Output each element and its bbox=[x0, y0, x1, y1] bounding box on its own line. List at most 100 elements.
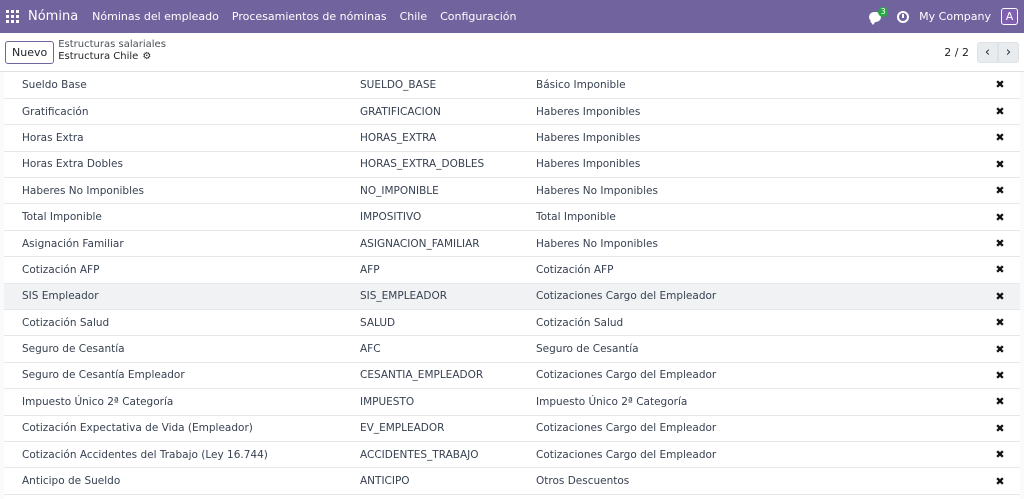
table-row[interactable]: Asignación Familiar ASIGNACION_FAMILIAR Ha… bbox=[4, 230, 1020, 257]
rule-category[interactable]: Cotización AFP bbox=[536, 257, 980, 283]
breadcrumb-parent[interactable]: Estructuras salariales bbox=[58, 39, 166, 51]
rule-name[interactable]: Total Imponible bbox=[4, 204, 360, 230]
table-row[interactable]: Seguro de Cesantía AFC Seguro de Cesantía ✖ bbox=[4, 336, 1020, 363]
rules-list: Sueldo Base SUELDO_BASE Básico Imponible ✖ G… bbox=[4, 72, 1020, 499]
delete-icon[interactable]: ✖ bbox=[995, 316, 1004, 329]
rule-name[interactable]: Asignación Familiar bbox=[4, 230, 360, 256]
table-row[interactable]: Gratificación GRATIFICACION Haberes Imponi… bbox=[4, 98, 1020, 125]
rule-category[interactable]: Impuesto Único 2ª Categoría bbox=[536, 389, 980, 415]
rule-category[interactable]: Otros Descuentos bbox=[536, 468, 980, 494]
table-row[interactable]: Total Imponible IMPOSITIVO Total Imponible… bbox=[4, 204, 1020, 231]
rule-name[interactable]: Sueldo Base bbox=[4, 72, 360, 98]
rule-category[interactable]: Cotización Salud bbox=[536, 310, 980, 336]
pager-next-button[interactable]: › bbox=[998, 41, 1019, 63]
rule-code[interactable]: SALUD bbox=[360, 310, 536, 336]
breadcrumb-current-label: Estructura Chile bbox=[58, 51, 139, 62]
rule-category[interactable]: Cotizaciones Cargo del Empleador bbox=[536, 283, 980, 309]
rule-category[interactable]: Seguro de Cesantía bbox=[536, 336, 980, 362]
rule-name[interactable]: Cotización AFP bbox=[4, 257, 360, 283]
delete-icon[interactable]: ✖ bbox=[995, 422, 1004, 435]
rule-code[interactable]: CESANTIA_EMPLEADOR bbox=[360, 362, 536, 388]
rule-code[interactable]: EV_EMPLEADOR bbox=[360, 415, 536, 441]
app-brand[interactable]: Nómina bbox=[28, 9, 78, 24]
delete-icon[interactable]: ✖ bbox=[995, 237, 1004, 250]
rule-category[interactable]: Haberes Imponibles bbox=[536, 125, 980, 151]
table-row[interactable]: Anticipo de Sueldo ANTICIPO Otros Descuent… bbox=[4, 468, 1020, 495]
rule-code[interactable]: ANTICIPO bbox=[360, 468, 536, 494]
clock-icon[interactable] bbox=[897, 10, 910, 23]
rule-name[interactable]: Gratificación bbox=[4, 98, 360, 124]
rule-code[interactable]: IMPUESTO bbox=[360, 389, 536, 415]
delete-icon[interactable]: ✖ bbox=[995, 475, 1004, 488]
rule-name[interactable]: SIS Empleador bbox=[4, 283, 360, 309]
table-row[interactable]: Cotización Salud SALUD Cotización Salud ✖ bbox=[4, 310, 1020, 336]
delete-icon[interactable]: ✖ bbox=[995, 448, 1004, 461]
rule-category[interactable]: Básico Imponible bbox=[536, 72, 980, 98]
table-row[interactable]: Horas Extra Dobles HORAS_EXTRA_DOBLES Habe… bbox=[4, 151, 1020, 178]
rule-code[interactable]: IMPOSITIVO bbox=[360, 204, 536, 230]
delete-icon[interactable]: ✖ bbox=[995, 343, 1004, 356]
rule-code[interactable]: GRATIFICACION bbox=[360, 98, 536, 124]
table-row[interactable]: Sueldo Base SUELDO_BASE Básico Imponible ✖ bbox=[4, 72, 1020, 99]
rule-name[interactable]: Impuesto Único 2ª Categoría bbox=[4, 389, 360, 415]
rule-category[interactable]: Total Imponible bbox=[536, 204, 980, 230]
delete-icon[interactable]: ✖ bbox=[995, 263, 1004, 276]
delete-icon[interactable]: ✖ bbox=[995, 158, 1004, 171]
rule-name[interactable]: Horas Extra bbox=[4, 125, 360, 151]
menu-configuracion[interactable]: Configuración bbox=[440, 10, 516, 23]
table-row[interactable]: Cotización Accidentes del Trabajo (Ley 1… bbox=[4, 441, 1020, 468]
table-row[interactable]: Cotización Expectativa de Vida (Empleado… bbox=[4, 415, 1020, 442]
rule-name[interactable]: Anticipo de Sueldo bbox=[4, 468, 360, 494]
delete-row-cell: ✖ bbox=[980, 468, 1020, 494]
rule-code[interactable]: AFP bbox=[360, 257, 536, 283]
rule-code[interactable]: HORAS_EXTRA bbox=[360, 125, 536, 151]
rule-code[interactable]: HORAS_EXTRA_DOBLES bbox=[360, 151, 536, 177]
new-button[interactable]: Nuevo bbox=[5, 40, 55, 64]
pager-previous-button[interactable]: ‹ bbox=[977, 41, 998, 63]
table-row[interactable]: Cotización AFP AFP Cotización AFP ✖ bbox=[4, 257, 1020, 284]
table-row[interactable]: Seguro de Cesantía Empleador CESANTIA_EMP… bbox=[4, 362, 1020, 389]
delete-icon[interactable]: ✖ bbox=[995, 290, 1004, 303]
table-row[interactable]: Haberes No Imponibles NO_IMPONIBLE Haberes… bbox=[4, 178, 1020, 204]
delete-icon[interactable]: ✖ bbox=[995, 78, 1004, 91]
rule-category[interactable]: Haberes Imponibles bbox=[536, 151, 980, 177]
delete-icon[interactable]: ✖ bbox=[995, 105, 1004, 118]
rule-name[interactable]: Cotización Expectativa de Vida (Empleado… bbox=[4, 415, 360, 441]
pager-value[interactable]: 2 / 2 bbox=[944, 46, 969, 59]
rule-name[interactable]: Horas Extra Dobles bbox=[4, 151, 360, 177]
rule-category[interactable]: Cotizaciones Cargo del Empleador bbox=[536, 441, 980, 467]
messages-button[interactable]: 3 bbox=[869, 6, 889, 25]
apps-grid-icon[interactable] bbox=[6, 9, 20, 24]
rule-name[interactable]: Seguro de Cesantía Empleador bbox=[4, 362, 360, 388]
table-row[interactable]: SIS Empleador SIS_EMPLEADOR Cotizaciones C… bbox=[4, 283, 1020, 310]
rule-category[interactable]: Haberes Imponibles bbox=[536, 98, 980, 124]
rule-code[interactable]: SIS_EMPLEADOR bbox=[360, 283, 536, 309]
delete-row-cell: ✖ bbox=[980, 389, 1020, 415]
delete-icon[interactable]: ✖ bbox=[995, 131, 1004, 144]
menu-nominas-empleado[interactable]: Nóminas del empleado bbox=[92, 10, 219, 23]
rule-name[interactable]: Cotización Salud bbox=[4, 310, 360, 336]
rule-category[interactable]: Cotizaciones Cargo del Empleador bbox=[536, 415, 980, 441]
rule-code[interactable]: ASIGNACION_FAMILIAR bbox=[360, 230, 536, 256]
rule-code[interactable]: AFC bbox=[360, 336, 536, 362]
rule-category[interactable]: Haberes No Imponibles bbox=[536, 178, 980, 204]
gear-icon[interactable]: ⚙ bbox=[142, 51, 151, 63]
delete-icon[interactable]: ✖ bbox=[995, 369, 1004, 382]
menu-procesamientos[interactable]: Procesamientos de nóminas bbox=[232, 10, 387, 23]
table-row[interactable]: Impuesto Único 2ª Categoría IMPUESTO Impue… bbox=[4, 389, 1020, 416]
rule-code[interactable]: NO_IMPONIBLE bbox=[360, 178, 536, 204]
rule-category[interactable]: Cotizaciones Cargo del Empleador bbox=[536, 362, 980, 388]
table-row[interactable]: Horas Extra HORAS_EXTRA Haberes Imponibles… bbox=[4, 125, 1020, 152]
delete-icon[interactable]: ✖ bbox=[995, 211, 1004, 224]
rule-category[interactable]: Haberes No Imponibles bbox=[536, 230, 980, 256]
delete-icon[interactable]: ✖ bbox=[995, 184, 1004, 197]
menu-chile[interactable]: Chile bbox=[400, 10, 428, 23]
rule-name[interactable]: Seguro de Cesantía bbox=[4, 336, 360, 362]
rule-code[interactable]: SUELDO_BASE bbox=[360, 72, 536, 98]
delete-icon[interactable]: ✖ bbox=[995, 395, 1004, 408]
rule-code[interactable]: ACCIDENTES_TRABAJO bbox=[360, 441, 536, 467]
rule-name[interactable]: Cotización Accidentes del Trabajo (Ley 1… bbox=[4, 441, 360, 467]
company-switcher[interactable]: My Company bbox=[919, 10, 991, 23]
rule-name[interactable]: Haberes No Imponibles bbox=[4, 178, 360, 204]
user-avatar[interactable]: A bbox=[1001, 8, 1018, 25]
